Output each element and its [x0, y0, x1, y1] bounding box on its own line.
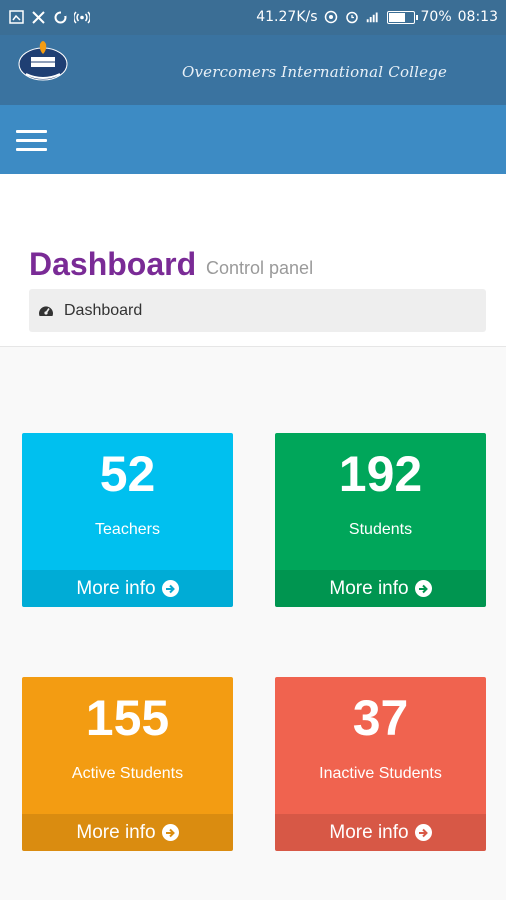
- more-info-link[interactable]: More info: [275, 570, 486, 607]
- arrow-circle-right-icon: [414, 824, 432, 841]
- menu-toggle-icon[interactable]: [16, 130, 47, 152]
- system-indicators: 41.27K/s 70% 08:13: [256, 9, 498, 25]
- screenshot-icon: [8, 9, 24, 25]
- network-speed: 41.27K/s: [256, 9, 318, 25]
- dashboard-gauge-icon: [37, 302, 55, 320]
- stat-label: Active Students: [71, 765, 184, 782]
- stat-box-inactive-students: 37 Inactive Students More info: [275, 677, 486, 851]
- more-info-label: More info: [76, 821, 156, 843]
- stat-value: 52: [99, 446, 156, 502]
- college-logo: [16, 40, 70, 84]
- arrow-circle-right-icon: [161, 580, 179, 597]
- arrow-circle-right-icon: [414, 580, 432, 597]
- more-info-label: More info: [329, 821, 409, 843]
- more-info-label: More info: [329, 577, 409, 599]
- data-saver-icon: [324, 9, 339, 25]
- notification-icons: [8, 9, 90, 25]
- page-title: Dashboard: [29, 246, 197, 282]
- signal-icon: [366, 9, 381, 25]
- more-info-link[interactable]: More info: [22, 814, 233, 851]
- sync-icon: [52, 9, 68, 25]
- hotspot-icon: [74, 9, 90, 25]
- alarm-icon: [345, 9, 360, 25]
- stat-box-students: 192 Students More info: [275, 433, 486, 607]
- tools-icon: [30, 9, 46, 25]
- page-subtitle: Control panel: [206, 258, 314, 278]
- more-info-label: More info: [76, 577, 156, 599]
- brand-bar: Overcomers International College: [0, 35, 506, 105]
- clock: 08:13: [457, 9, 498, 25]
- battery-percent: 70%: [420, 9, 452, 25]
- stat-label: Inactive Students: [319, 765, 442, 782]
- top-navbar: [0, 105, 506, 174]
- stat-box-teachers: 52 Teachers More info: [22, 433, 233, 607]
- more-info-link[interactable]: More info: [22, 570, 233, 607]
- stat-value: 192: [338, 446, 423, 502]
- stat-label: Students: [348, 521, 413, 538]
- arrow-circle-right-icon: [161, 824, 179, 841]
- more-info-link[interactable]: More info: [275, 814, 486, 851]
- breadcrumb: Dashboard: [29, 289, 486, 332]
- college-name: Overcomers International College: [182, 63, 448, 81]
- stat-label: Teachers: [95, 521, 160, 538]
- battery-level: [388, 12, 405, 22]
- content-header: Dashboard Control panel Dashboard: [0, 174, 506, 347]
- status-bar: 41.27K/s 70% 08:13: [0, 0, 506, 35]
- breadcrumb-link-dashboard[interactable]: Dashboard: [64, 302, 142, 320]
- battery-icon: [386, 10, 418, 24]
- stat-value: 155: [85, 690, 170, 746]
- stat-box-active-students: 155 Active Students More info: [22, 677, 233, 851]
- stat-value: 37: [352, 690, 409, 746]
